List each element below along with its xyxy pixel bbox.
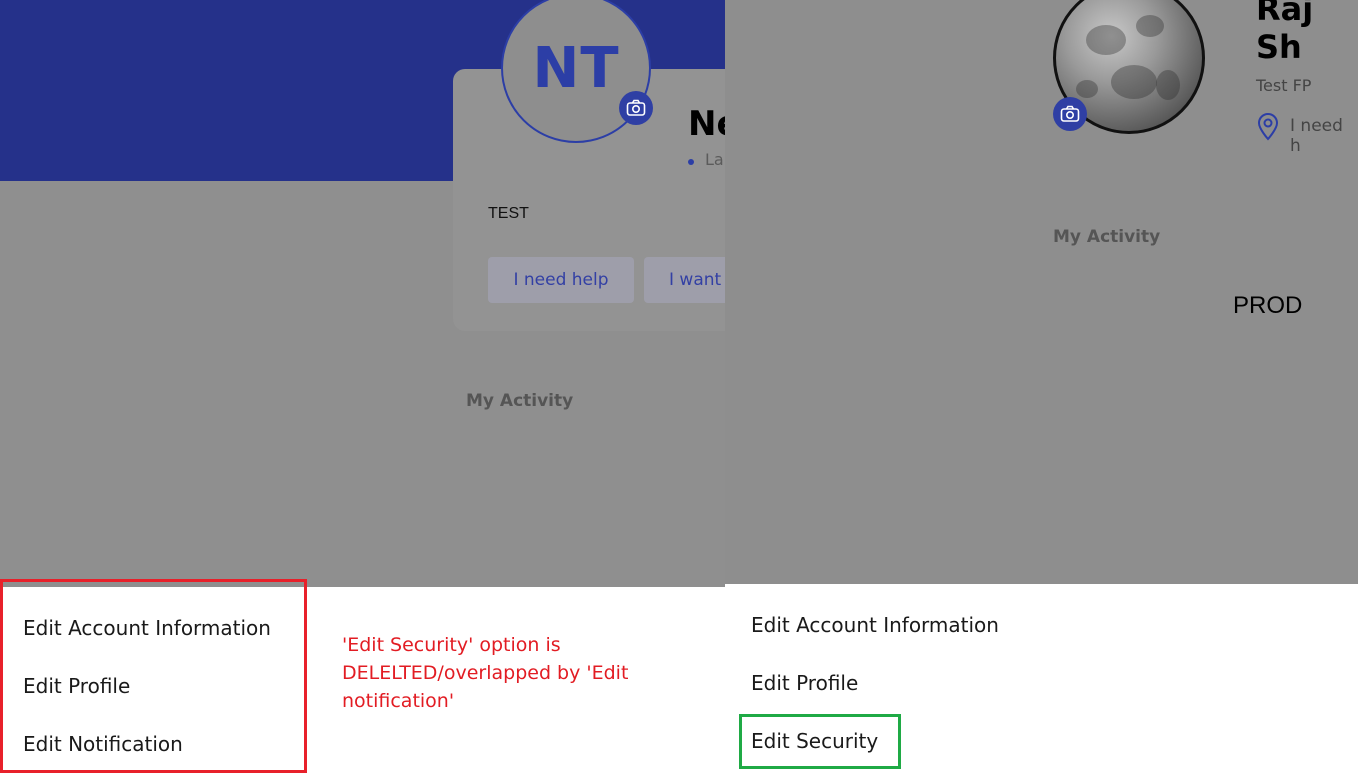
profile-bio: TEST — [488, 205, 529, 222]
environment-label: PROD — [1233, 292, 1303, 319]
chip-i-need-help[interactable]: I need help — [488, 257, 634, 303]
profile-name: Raj Sh — [1256, 0, 1314, 66]
my-activity-label: My Activity — [1053, 227, 1161, 247]
annotation-red-box — [0, 579, 307, 773]
right-screenshot: Raj Sh Test FP I need h My Activity Edit… — [725, 0, 1358, 784]
location-pin-icon — [1256, 113, 1280, 145]
avatar-initials: NT — [532, 35, 620, 101]
menu-edit-account-information[interactable]: Edit Account Information — [751, 613, 999, 637]
menu-edit-profile[interactable]: Edit Profile — [751, 671, 858, 695]
chip-i-want[interactable]: I want — [644, 257, 725, 303]
annotation-green-box — [739, 714, 901, 769]
profile-location: I need h — [1290, 116, 1343, 156]
profile-name: Ne — [688, 104, 725, 144]
camera-icon[interactable] — [619, 91, 653, 125]
location-dot-icon — [688, 159, 694, 165]
profile-location: La — [705, 150, 724, 169]
my-activity-label: My Activity — [466, 391, 574, 411]
annotation-note: 'Edit Security' option is DELELTED/overl… — [342, 634, 629, 712]
profile-subtitle: Test FP — [1256, 76, 1312, 95]
camera-icon[interactable] — [1053, 97, 1087, 131]
